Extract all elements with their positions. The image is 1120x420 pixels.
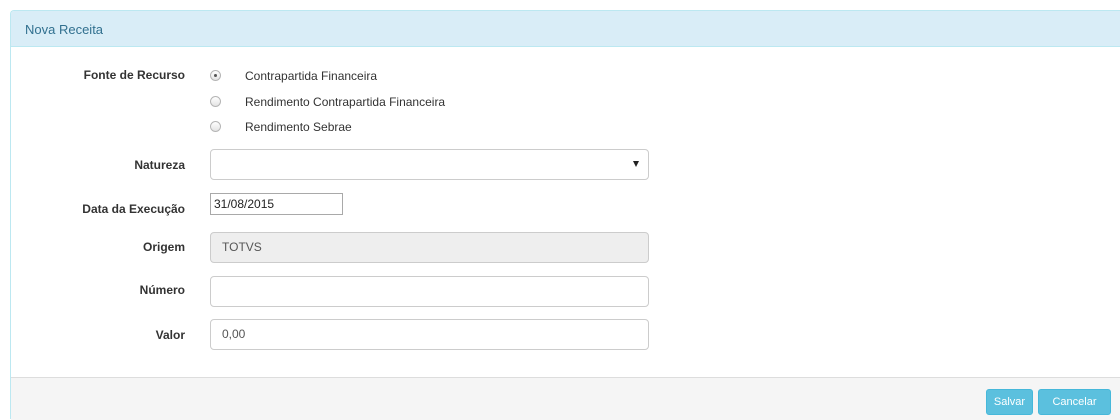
natureza-label: Natureza	[134, 158, 185, 172]
radio-label: Contrapartida Financeira	[245, 69, 378, 83]
valor-value: 0,00	[222, 327, 246, 341]
cancel-button[interactable]: Cancelar	[1038, 389, 1111, 415]
origem-value: TOTVS	[222, 240, 262, 254]
origem-field: TOTVS	[210, 232, 649, 263]
radio-button[interactable]	[210, 96, 221, 107]
data-execucao-value: 31/08/2015	[214, 197, 275, 211]
panel-heading: Nova Receita	[11, 11, 1120, 47]
radio-label: Rendimento Sebrae	[245, 120, 352, 134]
radio-button[interactable]	[210, 70, 221, 81]
data-execucao-input[interactable]: 31/08/2015	[210, 193, 343, 215]
numero-label: Número	[139, 283, 185, 297]
panel-title: Nova Receita	[25, 22, 104, 37]
data-execucao-label: Data da Execução	[82, 202, 185, 216]
save-button[interactable]: Salvar	[986, 389, 1033, 415]
natureza-select[interactable]	[210, 149, 649, 180]
radio-button[interactable]	[210, 121, 221, 132]
valor-input[interactable]: 0,00	[210, 319, 649, 350]
fonte-recurso-label: Fonte de Recurso	[83, 68, 185, 82]
radio-label: Rendimento Contrapartida Financeira	[245, 95, 446, 109]
nova-receita-panel: Nova Receita Fonte de Recurso Contrapart…	[10, 10, 1120, 420]
caret-down-icon	[633, 161, 639, 167]
numero-input[interactable]	[210, 276, 649, 307]
origem-label: Origem	[142, 240, 185, 254]
panel-footer: Salvar Cancelar	[11, 377, 1120, 420]
valor-label: Valor	[155, 328, 185, 342]
